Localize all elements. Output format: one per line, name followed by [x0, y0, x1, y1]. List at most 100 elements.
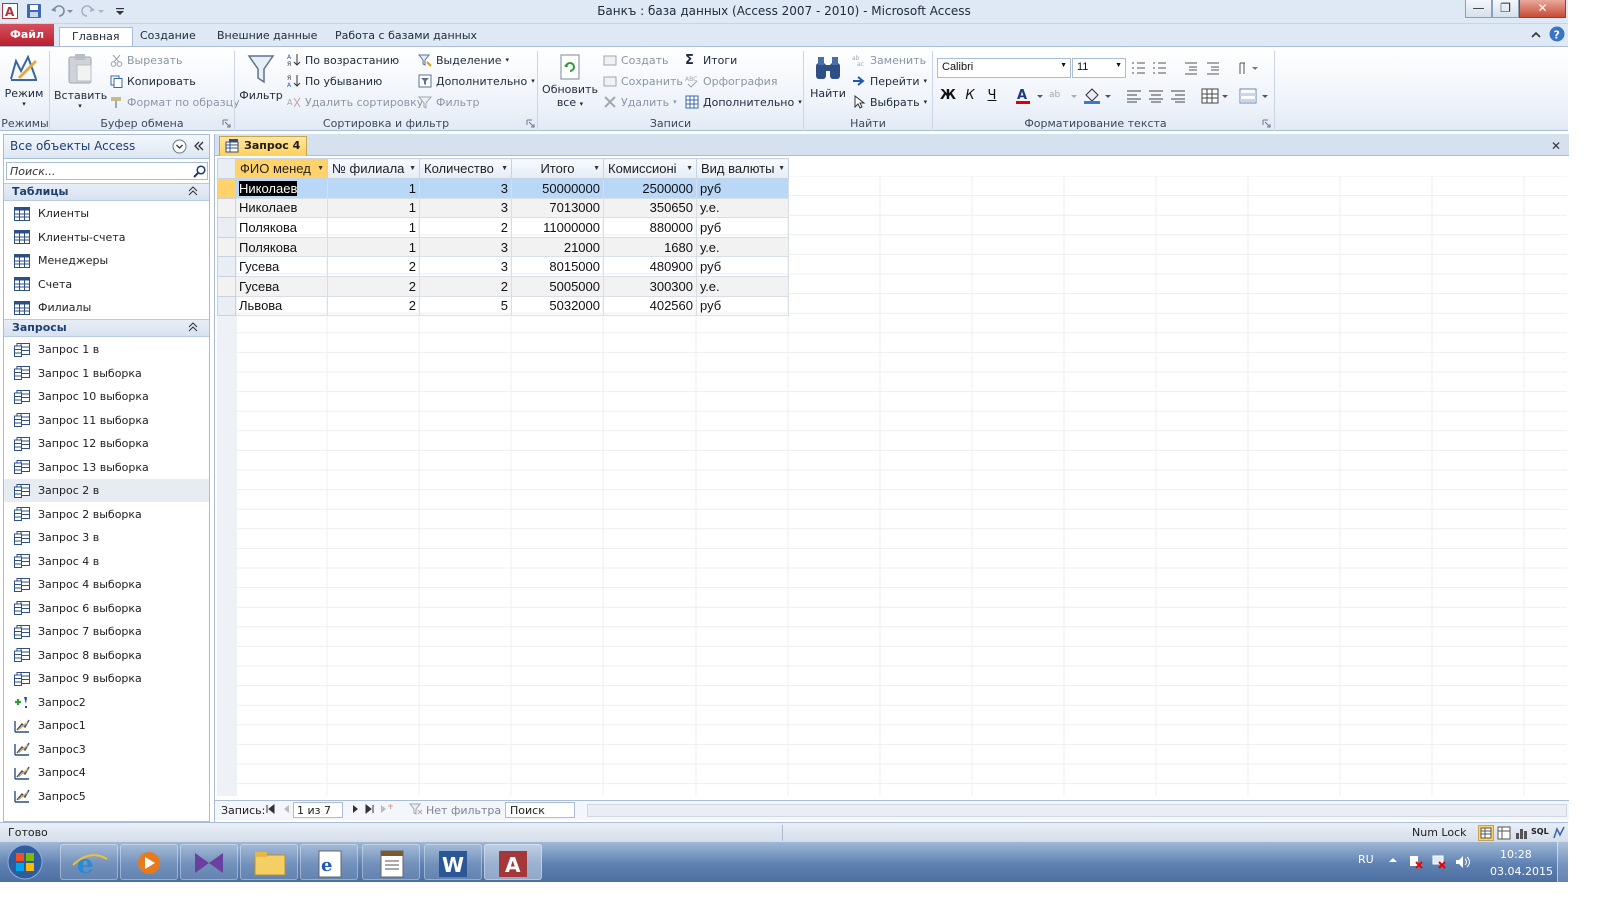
nav-query-item[interactable]: Запрос 8 выборка: [4, 644, 209, 667]
column-header[interactable]: Комиссионі ▼: [603, 158, 697, 179]
row-selector[interactable]: [217, 178, 236, 199]
nav-query-item[interactable]: Запрос2: [4, 691, 209, 714]
spelling-button[interactable]: ABC Орфография: [685, 72, 777, 90]
table-cell[interactable]: 1: [327, 236, 420, 258]
nav-query-item[interactable]: Запрос 11 выборка: [4, 409, 209, 432]
design-view-small-icon[interactable]: [1552, 826, 1566, 840]
minimize-button[interactable]: —: [1465, 0, 1492, 18]
underline-button[interactable]: Ч: [982, 86, 1002, 106]
column-filter-dropdown-icon[interactable]: ▼: [317, 165, 324, 172]
maximize-button[interactable]: ❐: [1492, 0, 1519, 18]
table-cell[interactable]: руб: [696, 295, 789, 317]
totals-button[interactable]: Σ Итоги: [685, 51, 737, 69]
row-selector[interactable]: [217, 256, 236, 277]
language-indicator[interactable]: RU: [1358, 853, 1374, 866]
table-cell[interactable]: 2500000: [603, 178, 697, 199]
table-cell[interactable]: Полякова: [235, 236, 328, 258]
next-record-icon[interactable]: [351, 803, 359, 815]
table-cell[interactable]: Николаев: [235, 178, 328, 199]
nav-query-item[interactable]: Запрос 2 выборка: [4, 503, 209, 526]
remove-sort-button[interactable]: A Удалить сортировку: [287, 93, 423, 111]
table-row[interactable]: Гусева 2 3 8015000 480900 руб: [217, 256, 789, 277]
table-cell[interactable]: 2: [327, 295, 420, 317]
copy-button[interactable]: Копировать: [110, 72, 196, 90]
table-row[interactable]: Николаев 1 3 50000000 2500000 руб: [217, 178, 789, 199]
column-filter-dropdown-icon[interactable]: ▼: [778, 165, 785, 172]
column-filter-dropdown-icon[interactable]: ▼: [501, 165, 508, 172]
table-cell[interactable]: 3: [419, 236, 512, 258]
table-cell[interactable]: 2: [327, 256, 420, 277]
table-cell[interactable]: 3: [419, 178, 512, 199]
nav-table-item[interactable]: Менеджеры: [4, 249, 209, 272]
show-desktop-button[interactable]: [1557, 842, 1568, 882]
table-cell[interactable]: у.е.: [696, 197, 789, 219]
column-filter-dropdown-icon[interactable]: ▼: [686, 165, 693, 172]
record-search-input[interactable]: Поиск: [505, 802, 575, 818]
nav-query-item[interactable]: Запрос 12 выборка: [4, 432, 209, 455]
table-cell[interactable]: 3: [419, 197, 512, 219]
table-cell[interactable]: 1: [327, 197, 420, 219]
nav-query-item[interactable]: Запрос 10 выборка: [4, 385, 209, 408]
toggle-filter-button[interactable]: Фильтр: [418, 93, 480, 111]
sort-descending-button[interactable]: ЯA По убыванию: [287, 72, 382, 90]
nav-query-item[interactable]: Запрос 6 выборка: [4, 597, 209, 620]
tab-file[interactable]: Файл: [0, 24, 54, 46]
table-cell[interactable]: 1: [327, 178, 420, 199]
table-cell[interactable]: 3: [419, 256, 512, 277]
column-header[interactable]: ФИО менед ▼: [235, 158, 328, 179]
table-row[interactable]: Гусева 2 2 5005000 300300 у.е.: [217, 275, 789, 297]
table-cell[interactable]: 5005000: [511, 275, 604, 297]
search-icon[interactable]: [193, 165, 206, 178]
taskbar-access[interactable]: A: [484, 844, 542, 880]
nav-table-item[interactable]: Клиенты: [4, 202, 209, 225]
collapse-nav-icon[interactable]: [193, 140, 205, 152]
start-button-icon[interactable]: [4, 843, 46, 881]
column-header[interactable]: Итого ▼: [511, 158, 604, 179]
table-row[interactable]: Полякова 1 2 11000000 880000 руб: [217, 217, 789, 238]
text-format-dialog-launcher-icon[interactable]: [1262, 119, 1271, 128]
column-filter-dropdown-icon[interactable]: ▼: [409, 165, 416, 172]
selection-button[interactable]: Выделение ▾: [418, 51, 509, 69]
collapse-section-icon[interactable]: [188, 186, 198, 196]
table-cell[interactable]: 2: [327, 275, 420, 297]
tab-create[interactable]: Создание: [128, 27, 208, 46]
table-cell[interactable]: Львова: [235, 295, 328, 317]
table-cell[interactable]: 5: [419, 295, 512, 317]
table-cell[interactable]: 402560: [603, 295, 697, 317]
nav-pane-header[interactable]: Все объекты Access: [4, 135, 209, 159]
nav-query-item[interactable]: Запрос3: [4, 738, 209, 761]
table-cell[interactable]: 21000: [511, 236, 604, 258]
view-mode-button[interactable]: Режим ▾: [4, 53, 44, 108]
taskbar-word[interactable]: W: [424, 844, 482, 880]
previous-record-icon[interactable]: [282, 803, 290, 815]
goto-button[interactable]: Перейти ▾: [852, 72, 927, 90]
table-cell[interactable]: у.е.: [696, 275, 789, 297]
table-cell[interactable]: 5032000: [511, 295, 604, 317]
table-cell[interactable]: Николаев: [235, 197, 328, 219]
sort-ascending-button[interactable]: AЯ По возрастанию: [287, 51, 399, 69]
table-cell[interactable]: 300300: [603, 275, 697, 297]
current-record-input[interactable]: 1 из 7: [293, 802, 343, 818]
align-buttons[interactable]: [1125, 87, 1191, 105]
table-cell[interactable]: 2: [419, 217, 512, 238]
nav-table-item[interactable]: Счета: [4, 273, 209, 296]
clock-time[interactable]: 10:28: [1500, 848, 1532, 861]
taskbar-visual-studio[interactable]: [180, 844, 238, 880]
last-record-icon[interactable]: [365, 803, 375, 815]
select-button[interactable]: Выбрать ▾: [852, 93, 927, 111]
table-cell[interactable]: 50000000: [511, 178, 604, 199]
table-cell[interactable]: 350650: [603, 197, 697, 219]
table-row[interactable]: Полякова 1 3 21000 1680 у.е.: [217, 236, 789, 258]
no-filter-icon[interactable]: [409, 803, 423, 815]
font-color-button[interactable]: A: [1014, 87, 1044, 105]
clipboard-dialog-launcher-icon[interactable]: [222, 119, 231, 128]
table-row[interactable]: Николаев 1 3 7013000 350650 у.е.: [217, 197, 789, 219]
nav-query-item[interactable]: Запрос 13 выборка: [4, 456, 209, 479]
column-header[interactable]: Количество ▼: [419, 158, 512, 179]
replace-button[interactable]: ab ac Заменить: [852, 51, 926, 69]
filter-status[interactable]: Нет фильтра: [426, 804, 501, 817]
table-cell[interactable]: 480900: [603, 256, 697, 277]
indent-buttons[interactable]: [1182, 59, 1262, 77]
first-record-icon[interactable]: [265, 803, 275, 815]
sql-view-icon[interactable]: SQL: [1531, 827, 1549, 836]
